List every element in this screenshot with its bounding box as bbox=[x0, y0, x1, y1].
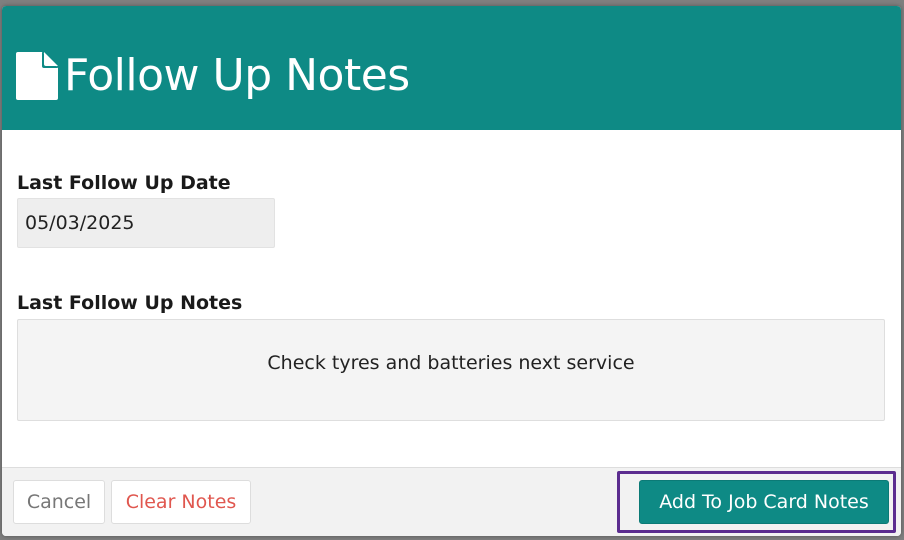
last-follow-up-date-field[interactable]: 05/03/2025 bbox=[17, 198, 275, 248]
document-icon bbox=[16, 52, 58, 100]
notes-text: Check tyres and batteries next service bbox=[267, 352, 635, 374]
add-to-job-card-notes-button[interactable]: Add To Job Card Notes bbox=[639, 480, 889, 524]
dialog-title: Follow Up Notes bbox=[64, 50, 410, 101]
follow-up-notes-dialog: Follow Up Notes Last Follow Up Date 05/0… bbox=[2, 6, 901, 536]
clear-notes-button[interactable]: Clear Notes bbox=[111, 480, 251, 524]
last-follow-up-date-label: Last Follow Up Date bbox=[17, 172, 231, 194]
dialog-footer: Cancel Clear Notes Add To Job Card Notes bbox=[2, 467, 901, 536]
last-follow-up-notes-field[interactable]: Check tyres and batteries next service bbox=[17, 319, 885, 421]
cancel-button[interactable]: Cancel bbox=[13, 480, 105, 524]
last-follow-up-notes-label: Last Follow Up Notes bbox=[17, 292, 243, 314]
dialog-header: Follow Up Notes bbox=[2, 6, 901, 130]
